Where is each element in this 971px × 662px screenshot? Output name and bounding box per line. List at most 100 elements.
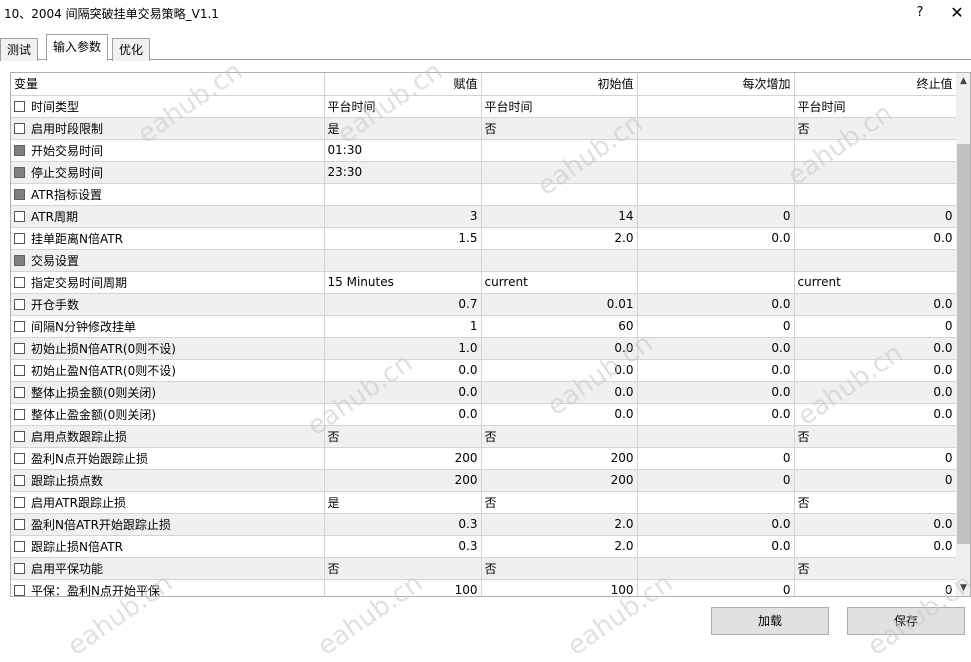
table-row[interactable]: 交易设置 <box>11 249 957 272</box>
param-value[interactable] <box>324 249 482 272</box>
table-row[interactable]: 盈利N倍ATR开始跟踪止损 0.3 2.0 0.0 0.0 <box>11 513 957 536</box>
param-name[interactable]: 停止交易时间 <box>11 161 325 184</box>
param-value[interactable]: 否 <box>324 425 482 448</box>
param-step[interactable]: 0 <box>637 579 795 596</box>
table-row[interactable]: 初始止盈N倍ATR(0则不设) 0.0 0.0 0.0 0.0 <box>11 359 957 382</box>
param-value[interactable]: 200 <box>324 469 482 492</box>
param-start[interactable]: 否 <box>481 491 638 514</box>
param-stop[interactable]: 平台时间 <box>794 95 957 118</box>
param-name[interactable]: 启用时段限制 <box>11 117 325 140</box>
param-step[interactable]: 0 <box>637 469 795 492</box>
tab-test[interactable]: 测试 <box>0 38 39 61</box>
param-step[interactable]: 0.0 <box>637 337 795 360</box>
param-step[interactable] <box>637 491 795 514</box>
save-button[interactable]: 保存 <box>847 607 965 635</box>
param-value[interactable]: 100 <box>324 579 482 596</box>
param-name[interactable]: 盈利N倍ATR开始跟踪止损 <box>11 513 325 536</box>
param-value[interactable]: 是 <box>324 491 482 514</box>
param-step[interactable] <box>637 557 795 580</box>
col-header-start[interactable]: 初始值 <box>481 73 638 96</box>
optimize-checkbox[interactable] <box>14 452 25 464</box>
optimize-checkbox[interactable] <box>14 364 25 376</box>
param-start[interactable] <box>481 183 638 206</box>
param-value[interactable]: 0.0 <box>324 381 482 404</box>
param-name[interactable]: 跟踪止损N倍ATR <box>11 535 325 558</box>
vertical-scrollbar[interactable]: ▲ ▼ <box>956 73 970 596</box>
optimize-checkbox[interactable] <box>14 188 25 200</box>
param-name[interactable]: 跟踪止损点数 <box>11 469 325 492</box>
param-step[interactable]: 0 <box>637 315 795 338</box>
param-stop[interactable]: 0 <box>794 315 957 338</box>
param-start[interactable]: 否 <box>481 117 638 140</box>
param-value[interactable]: 0.0 <box>324 403 482 426</box>
param-name[interactable]: 启用ATR跟踪止损 <box>11 491 325 514</box>
param-name[interactable]: 盈利N点开始跟踪止损 <box>11 447 325 470</box>
param-step[interactable]: 0.0 <box>637 359 795 382</box>
param-start[interactable]: 60 <box>481 315 638 338</box>
optimize-checkbox[interactable] <box>14 496 25 508</box>
optimize-checkbox[interactable] <box>14 562 25 574</box>
param-start[interactable]: 2.0 <box>481 535 638 558</box>
table-row[interactable]: ATR周期 3 14 0 0 <box>11 205 957 228</box>
param-stop[interactable]: 0.0 <box>794 227 957 250</box>
optimize-checkbox[interactable] <box>14 210 25 222</box>
param-stop[interactable]: 0 <box>794 205 957 228</box>
param-value[interactable]: 0.3 <box>324 513 482 536</box>
param-step[interactable] <box>637 271 795 294</box>
param-name[interactable]: 启用平保功能 <box>11 557 325 580</box>
optimize-checkbox[interactable] <box>14 430 25 442</box>
param-name[interactable]: 间隔N分钟修改挂单 <box>11 315 325 338</box>
optimize-checkbox[interactable] <box>14 584 25 596</box>
scroll-up-icon[interactable]: ▲ <box>956 73 970 89</box>
param-step[interactable]: 0.0 <box>637 535 795 558</box>
param-stop[interactable]: current <box>794 271 957 294</box>
param-step[interactable]: 0.0 <box>637 403 795 426</box>
load-button[interactable]: 加载 <box>711 607 829 635</box>
optimize-checkbox[interactable] <box>14 100 25 112</box>
param-step[interactable]: 0.0 <box>637 227 795 250</box>
param-start[interactable]: 否 <box>481 557 638 580</box>
table-row[interactable]: 挂单距离N倍ATR 1.5 2.0 0.0 0.0 <box>11 227 957 250</box>
table-row[interactable]: 间隔N分钟修改挂单 1 60 0 0 <box>11 315 957 338</box>
param-stop[interactable]: 0 <box>794 579 957 596</box>
param-name[interactable]: 初始止盈N倍ATR(0则不设) <box>11 359 325 382</box>
optimize-checkbox[interactable] <box>14 474 25 486</box>
param-stop[interactable] <box>794 249 957 272</box>
param-start[interactable]: 0.01 <box>481 293 638 316</box>
table-row[interactable]: 停止交易时间 23:30 <box>11 161 957 184</box>
param-name[interactable]: 挂单距离N倍ATR <box>11 227 325 250</box>
param-start[interactable] <box>481 139 638 162</box>
param-stop[interactable]: 否 <box>794 557 957 580</box>
param-stop[interactable]: 0.0 <box>794 337 957 360</box>
table-row[interactable]: 启用平保功能否否否 <box>11 557 957 580</box>
param-value[interactable]: 15 Minutes <box>324 271 482 294</box>
optimize-checkbox[interactable] <box>14 518 25 530</box>
param-start[interactable]: 2.0 <box>481 513 638 536</box>
optimize-checkbox[interactable] <box>14 122 25 134</box>
param-name[interactable]: ATR指标设置 <box>11 183 325 206</box>
param-name[interactable]: 整体止损金额(0则关闭) <box>11 381 325 404</box>
table-row[interactable]: 跟踪止损点数 200 200 0 0 <box>11 469 957 492</box>
param-name[interactable]: 启用点数跟踪止损 <box>11 425 325 448</box>
param-start[interactable]: 100 <box>481 579 638 596</box>
param-step[interactable] <box>637 249 795 272</box>
param-stop[interactable]: 0.0 <box>794 513 957 536</box>
param-start[interactable] <box>481 249 638 272</box>
table-row[interactable]: 启用点数跟踪止损否否否 <box>11 425 957 448</box>
param-name[interactable]: 平保：盈利N点开始平保 <box>11 579 325 596</box>
param-step[interactable]: 0.0 <box>637 381 795 404</box>
param-step[interactable] <box>637 425 795 448</box>
col-header-variable[interactable]: 变量 <box>11 73 325 96</box>
table-row[interactable]: 启用时段限制是否否 <box>11 117 957 140</box>
param-start[interactable]: current <box>481 271 638 294</box>
table-row[interactable]: 初始止损N倍ATR(0则不设) 1.0 0.0 0.0 0.0 <box>11 337 957 360</box>
param-stop[interactable]: 否 <box>794 425 957 448</box>
param-step[interactable] <box>637 161 795 184</box>
tab-optimize[interactable]: 优化 <box>112 38 151 61</box>
param-name[interactable]: 指定交易时间周期 <box>11 271 325 294</box>
optimize-checkbox[interactable] <box>14 408 25 420</box>
optimize-checkbox[interactable] <box>14 232 25 244</box>
param-start[interactable]: 0.0 <box>481 337 638 360</box>
param-stop[interactable]: 否 <box>794 491 957 514</box>
param-step[interactable] <box>637 139 795 162</box>
